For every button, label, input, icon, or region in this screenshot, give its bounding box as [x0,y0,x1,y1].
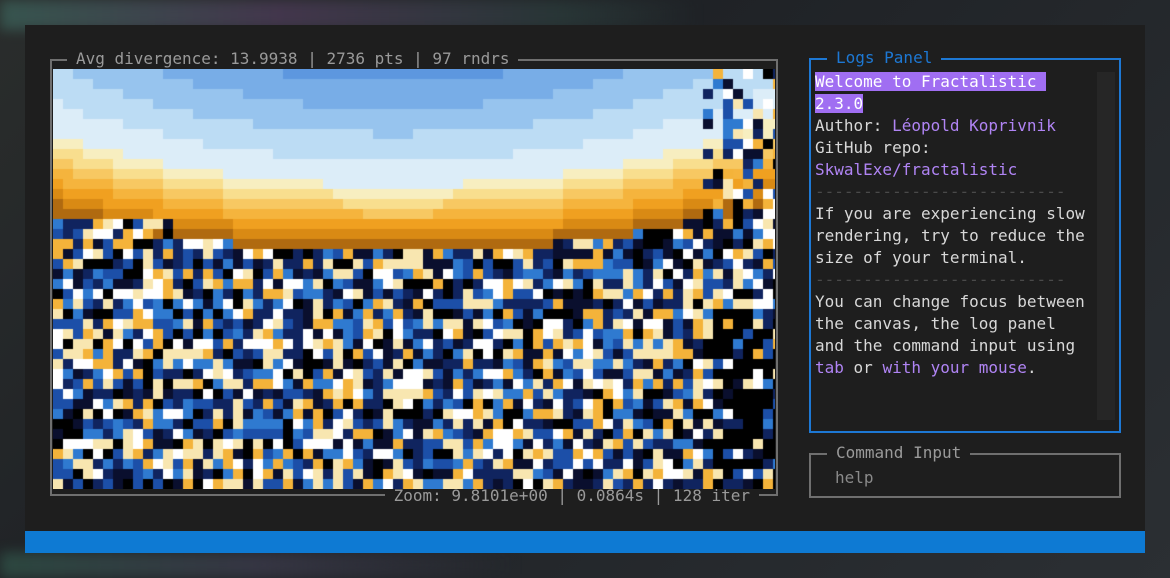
author-label: Author: [815,116,893,135]
canvas-stats-footer: Zoom: 9.8101e+00 | 0.0864s | 128 iter [384,487,759,505]
repo-link[interactable]: SkwalExe/fractalistic [815,159,1095,181]
author-name: Léopold Koprivnik [892,116,1056,135]
tip1-line: If you are experiencing slow [815,204,1085,223]
command-input-panel[interactable]: Command Input [809,444,1121,498]
tip2-line: the canvas, the log panel [815,314,1056,333]
terminal-window: Avg divergence: 13.9938 | 2736 pts | 97 … [25,25,1145,553]
version-text: 2.3.0 [815,94,864,113]
tip2-line: and the command input using [815,336,1076,355]
tip2-end: . [1026,358,1037,377]
mouse-keyword: with your mouse [882,358,1027,377]
command-input-field[interactable] [835,467,1095,487]
tip2-line: You can change focus between [815,292,1085,311]
logs-scrollbar[interactable] [1097,72,1115,420]
separator: -------------------------- [815,182,1066,201]
tip2-or: or [843,358,883,377]
command-input-title: Command Input [827,444,971,462]
tip1-line: size of your terminal. [815,248,1027,267]
logs-panel-title: Logs Panel [827,49,942,67]
welcome-text: Welcome to Fractalistic [815,72,1047,91]
separator: -------------------------- [815,270,1066,289]
log-content: Welcome to Fractalistic 2.3.0 Author: Lé… [815,71,1095,379]
fractal-canvas[interactable] [53,69,775,489]
logs-panel[interactable]: Logs Panel Welcome to Fractalistic 2.3.0… [809,49,1121,433]
tab-keyword: tab [815,358,844,377]
status-bar [25,531,1145,553]
tip1-line: rendering, try to reduce the [815,226,1085,245]
canvas-stats-header: Avg divergence: 13.9938 | 2736 pts | 97 … [67,50,519,68]
repo-label: GitHub repo: [815,138,931,157]
